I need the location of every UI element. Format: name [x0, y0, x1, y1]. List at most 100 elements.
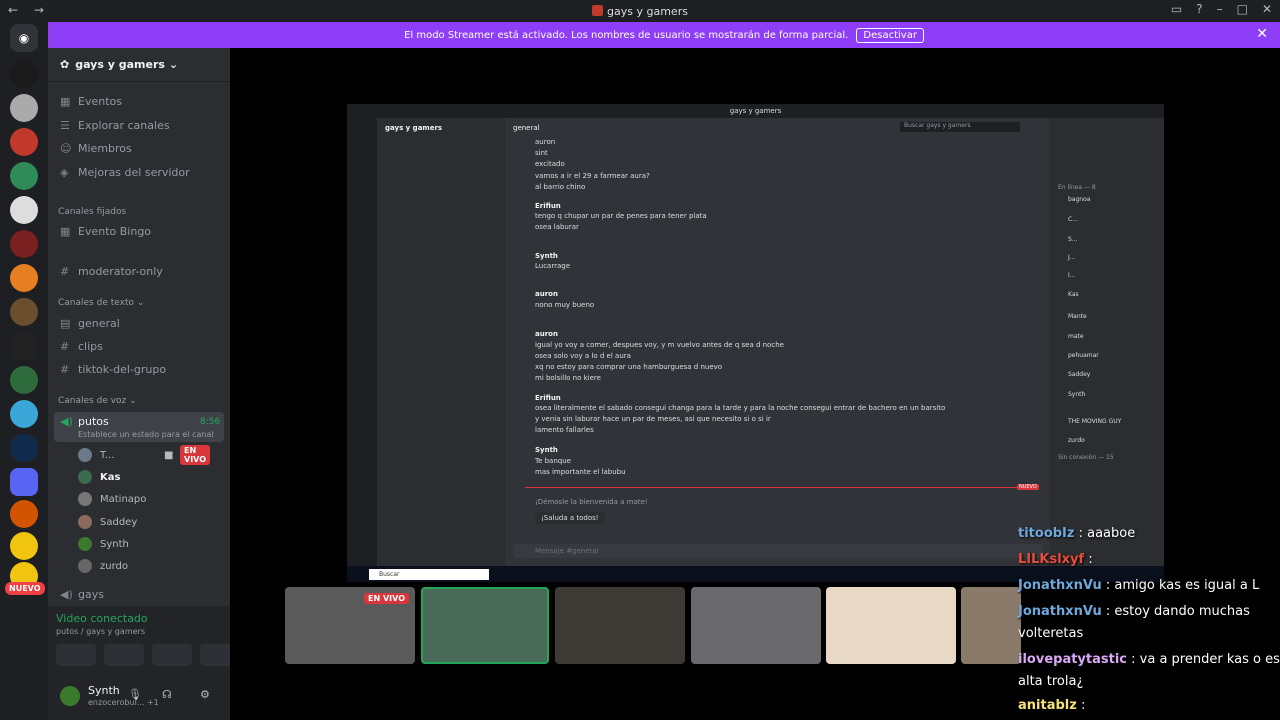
- stream-thumbnail[interactable]: EN VIVO: [285, 587, 415, 664]
- participant-video[interactable]: [826, 587, 956, 664]
- stream-member: zurdo: [1068, 437, 1085, 444]
- headphone-icon[interactable]: ☊: [162, 688, 172, 701]
- server-icon[interactable]: [10, 94, 38, 122]
- chat-line: alta trola¿: [1018, 674, 1084, 689]
- channel-clips[interactable]: # clips: [60, 340, 103, 353]
- chat-line: LILKslxyf :: [1018, 552, 1093, 567]
- maximize-button[interactable]: □: [1237, 2, 1248, 16]
- server-icon[interactable]: [10, 532, 38, 560]
- hash-icon: #: [60, 340, 70, 353]
- nav-item-boost[interactable]: ◈ Mejoras del servidor: [60, 166, 190, 179]
- stream-message-input: Mensaje #general: [513, 544, 1043, 558]
- nav-item-events[interactable]: ▦ Eventos: [60, 95, 122, 108]
- channel-general[interactable]: ▤ general: [60, 317, 120, 330]
- server-icon[interactable]: [10, 162, 38, 190]
- gear-icon[interactable]: ⚙: [200, 688, 210, 701]
- stream-message: Te banque: [535, 457, 571, 465]
- server-icon[interactable]: [10, 128, 38, 156]
- close-window-button[interactable]: ✕: [1262, 2, 1272, 16]
- live-badge: EN VIVO: [364, 593, 409, 604]
- voice-user[interactable]: Kas: [78, 470, 120, 484]
- voice-channel-putos[interactable]: ◀) putos 8:56: [60, 415, 220, 428]
- chat-line: JonathxnVu : estoy dando muchas: [1018, 604, 1250, 619]
- server-rail: ◉ NUEVO: [0, 22, 48, 720]
- channel-moderator-only[interactable]: # moderator-only: [60, 265, 163, 278]
- voice-status[interactable]: Establece un estado para el canal: [78, 430, 214, 439]
- stream-member: Mante: [1068, 313, 1087, 320]
- activities-button[interactable]: [152, 644, 192, 666]
- window-title: gays y gamers: [0, 4, 1280, 18]
- mic-icon[interactable]: 🎙: [128, 688, 142, 701]
- stream-message: sint: [535, 149, 548, 157]
- pinned-event[interactable]: ▦ Evento Bingo: [60, 225, 151, 238]
- stream-message: Lucarrage: [535, 262, 571, 270]
- stream-member: S...: [1068, 236, 1078, 243]
- nav-item-browse[interactable]: ☰ Explorar canales: [60, 119, 170, 132]
- server-icon[interactable]: [10, 500, 38, 528]
- voice-channel-gays[interactable]: ◀) gays: [60, 588, 104, 601]
- stream-member: bagnoa: [1068, 196, 1091, 203]
- voice-user[interactable]: Saddey: [78, 515, 137, 529]
- server-icon-kick[interactable]: [10, 60, 38, 88]
- stream-message: al barrio chino: [535, 183, 586, 191]
- stream-message: osea laburar: [535, 223, 579, 231]
- voice-user[interactable]: T... ■ EN VIVO: [78, 445, 211, 465]
- voice-status-label[interactable]: Video conectado: [56, 612, 148, 625]
- stream-member: C...: [1068, 216, 1078, 223]
- inbox-icon[interactable]: ▭: [1171, 2, 1182, 16]
- stream-message: nono muy bueno: [535, 301, 595, 309]
- stream-member: pehuamar: [1068, 352, 1099, 359]
- camera-button[interactable]: [56, 644, 96, 666]
- server-icon[interactable]: [10, 332, 38, 360]
- stream-message-author: auron: [535, 330, 558, 338]
- participant-video[interactable]: [555, 587, 685, 664]
- stream-message: tengo q chupar un par de penes para tene…: [535, 212, 707, 220]
- minimize-button[interactable]: –: [1217, 2, 1223, 16]
- new-messages-divider: [525, 487, 1035, 488]
- voice-location[interactable]: putos / gays y gamers: [56, 627, 145, 636]
- stream-channel-sidebar: gays y gamers: [377, 118, 505, 566]
- stream-message: osea solo voy a lo d el aura: [535, 352, 631, 360]
- discord-home-icon[interactable]: ◉: [10, 24, 38, 52]
- server-icon[interactable]: [10, 230, 38, 258]
- server-icon[interactable]: [10, 366, 38, 394]
- avatar: [78, 470, 92, 484]
- stream-message-author: Erifiun: [535, 394, 561, 402]
- user-panel: Synth enzocerobul... +1 🎙 ☊ ⚙: [48, 676, 230, 720]
- participant-video[interactable]: [691, 587, 821, 664]
- help-icon[interactable]: ?: [1196, 2, 1202, 16]
- server-icon[interactable]: [10, 298, 38, 326]
- server-icon[interactable]: [10, 400, 38, 428]
- screenshare-button[interactable]: [104, 644, 144, 666]
- participant-video[interactable]: [421, 587, 549, 664]
- server-icon[interactable]: [10, 196, 38, 224]
- stream-message-author: auron: [535, 290, 558, 298]
- deactivate-button[interactable]: Desactivar: [856, 27, 924, 43]
- close-icon[interactable]: ✕: [1256, 26, 1268, 42]
- channel-tiktok[interactable]: # tiktok-del-grupo: [60, 363, 166, 376]
- username[interactable]: Synth: [88, 684, 120, 697]
- nav-item-members[interactable]: ☺ Miembros: [60, 142, 132, 155]
- server-icon[interactable]: [10, 264, 38, 292]
- voice-user[interactable]: Matinapo: [78, 492, 146, 506]
- avatar[interactable]: [60, 686, 80, 706]
- stream-message: mas importante el labubu: [535, 468, 626, 476]
- calendar-icon: ▦: [60, 95, 71, 108]
- participant-video[interactable]: [961, 587, 1021, 664]
- avatar: [78, 492, 92, 506]
- stream-message: y venia sin laburar hace un par de meses…: [535, 415, 771, 423]
- text-category[interactable]: Canales de texto ⌄: [58, 298, 144, 308]
- voice-user[interactable]: Synth: [78, 537, 129, 551]
- screenshare-stream[interactable]: gays y gamers gays y gamers general Busc…: [347, 104, 1164, 582]
- stream-chat: general Buscar gays y gamers auron sint …: [505, 118, 1050, 566]
- server-icon[interactable]: [10, 434, 38, 462]
- stream-message: xq no estoy para comprar una hamburguesa…: [535, 363, 723, 371]
- voice-category[interactable]: Canales de voz ⌄: [58, 396, 137, 406]
- server-icon[interactable]: [10, 468, 38, 496]
- stream-message: osea literalmente el sabado consegui cha…: [535, 404, 946, 412]
- live-badge: EN VIVO: [180, 445, 211, 465]
- voice-user[interactable]: zurdo: [78, 559, 128, 573]
- stream-message-author: Synth: [535, 252, 558, 260]
- stream-search: Buscar gays y gamers: [900, 122, 1020, 132]
- server-header[interactable]: ✿gays y gamers⌄⚇: [48, 48, 266, 82]
